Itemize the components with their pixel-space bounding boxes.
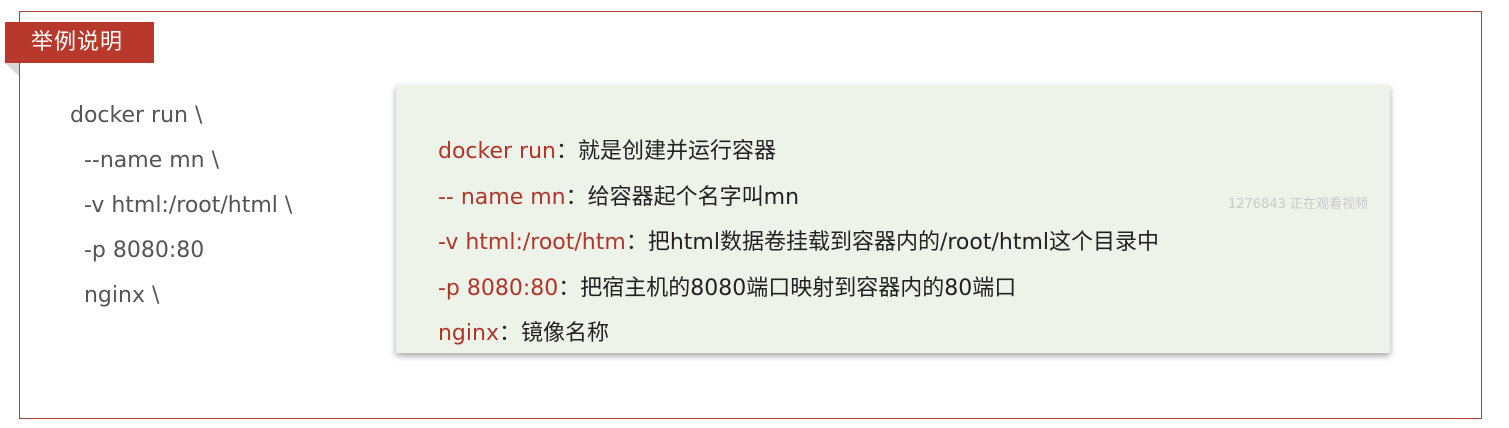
command-block: docker run \ --name mn \ -v html:/root/h… bbox=[70, 98, 292, 323]
command-line: docker run \ bbox=[70, 103, 203, 128]
option-key: -v html:/root/htm bbox=[437, 230, 626, 255]
explanation-item: docker run：就是创建并运行容器 bbox=[410, 98, 1159, 164]
option-key: -p 8080:80 bbox=[437, 275, 559, 301]
option-description: 给容器起个名字叫mn bbox=[587, 184, 800, 210]
viewer-watermark: 1276843 正在观看视频 bbox=[1228, 197, 1369, 212]
separator: ： bbox=[565, 184, 588, 210]
command-line: -v html:/root/html \ bbox=[70, 193, 293, 218]
command-line: --name mn \ bbox=[70, 148, 220, 173]
option-description: 把html数据卷挂载到容器内的/root/html这个目录中 bbox=[647, 230, 1159, 255]
example-tag: 举例说明 bbox=[5, 22, 154, 63]
option-key: nginx bbox=[437, 321, 499, 346]
example-tag-label: 举例说明 bbox=[31, 30, 124, 55]
option-key: docker run bbox=[437, 139, 556, 164]
command-line: nginx \ bbox=[70, 283, 160, 308]
option-description: 镜像名称 bbox=[520, 321, 609, 346]
separator: ： bbox=[625, 230, 648, 255]
option-description: 就是创建并运行容器 bbox=[577, 139, 776, 164]
separator: ： bbox=[498, 321, 521, 346]
separator: ： bbox=[558, 275, 581, 301]
option-description: 把宿主机的8080端口映射到容器内的80端口 bbox=[580, 275, 1017, 301]
option-key: -- name mn bbox=[437, 184, 566, 210]
explanation-list: docker run：就是创建并运行容器 -- name mn：给容器起个名字叫… bbox=[410, 98, 1159, 346]
tag-fold-shadow bbox=[5, 63, 19, 76]
separator: ： bbox=[555, 139, 578, 164]
command-line: -p 8080:80 bbox=[70, 238, 205, 263]
